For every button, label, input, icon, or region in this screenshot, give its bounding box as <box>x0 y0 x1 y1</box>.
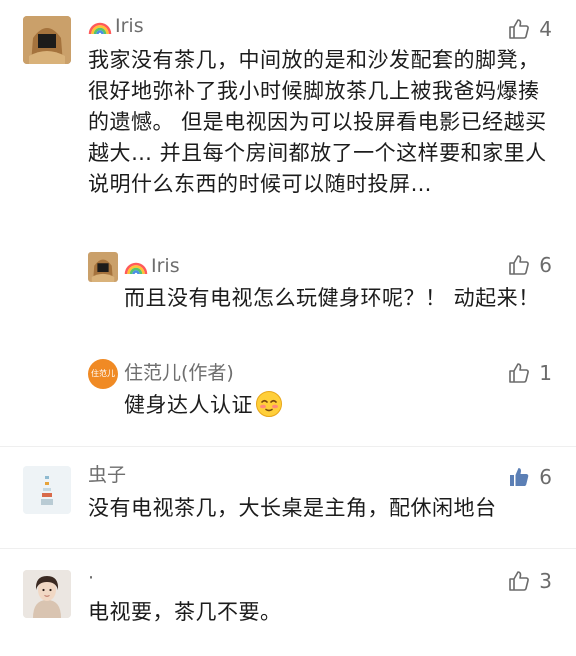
comment-text: 我家没有茶几，中间放的是和沙发配套的脚凳，很好地弥补了我小时候脚放茶几上被我爸妈… <box>88 48 547 196</box>
divider <box>0 548 576 549</box>
avatar-brand-text: 住范儿 <box>91 369 115 378</box>
comment-text: 没有电视茶几，大长桌是主角，配休闲地台 <box>88 496 497 520</box>
like-count: 6 <box>539 465 552 489</box>
thumbs-up-icon <box>509 363 530 383</box>
divider <box>0 446 576 447</box>
avatar[interactable] <box>23 570 71 618</box>
like-count: 4 <box>539 17 552 41</box>
avatar[interactable] <box>23 16 71 64</box>
comment-author[interactable]: · <box>88 566 94 590</box>
like-count: 3 <box>539 569 552 593</box>
author-name: Iris <box>151 255 180 277</box>
comment-text-content: 健身达人认证 <box>124 393 253 417</box>
comment-author[interactable]: 虫子 <box>88 463 126 487</box>
like-count: 1 <box>539 361 552 385</box>
like-button[interactable]: 4 <box>507 16 552 42</box>
thumbs-up-filled-icon <box>510 468 529 486</box>
comment-author[interactable]: Iris <box>124 254 180 281</box>
comment-author[interactable]: 住范儿(作者) <box>124 361 234 385</box>
like-button[interactable]: 6 <box>507 252 552 278</box>
rainbow-emoji-icon <box>88 17 112 41</box>
like-button[interactable]: 3 <box>507 568 552 594</box>
comment-text: 电视要，茶几不要。 <box>88 600 282 624</box>
thumbs-up-icon <box>509 19 530 39</box>
thumbs-up-icon <box>509 255 530 275</box>
like-button[interactable]: 1 <box>507 360 552 386</box>
blushing-face-emoji-icon <box>255 390 283 427</box>
avatar[interactable] <box>88 252 118 282</box>
like-count: 6 <box>539 253 552 277</box>
comment-author[interactable]: Iris <box>88 14 144 41</box>
author-name: Iris <box>115 15 144 37</box>
comment-text: 健身达人认证 <box>124 390 544 427</box>
rainbow-emoji-icon <box>124 257 148 281</box>
comment-text: 而且没有电视怎么玩健身环呢？！ 动起来！ <box>124 286 540 310</box>
like-button-liked[interactable]: 6 <box>507 464 552 490</box>
avatar[interactable] <box>23 466 71 514</box>
thumbs-up-icon <box>509 571 530 591</box>
avatar[interactable]: 住范儿 <box>88 359 118 389</box>
